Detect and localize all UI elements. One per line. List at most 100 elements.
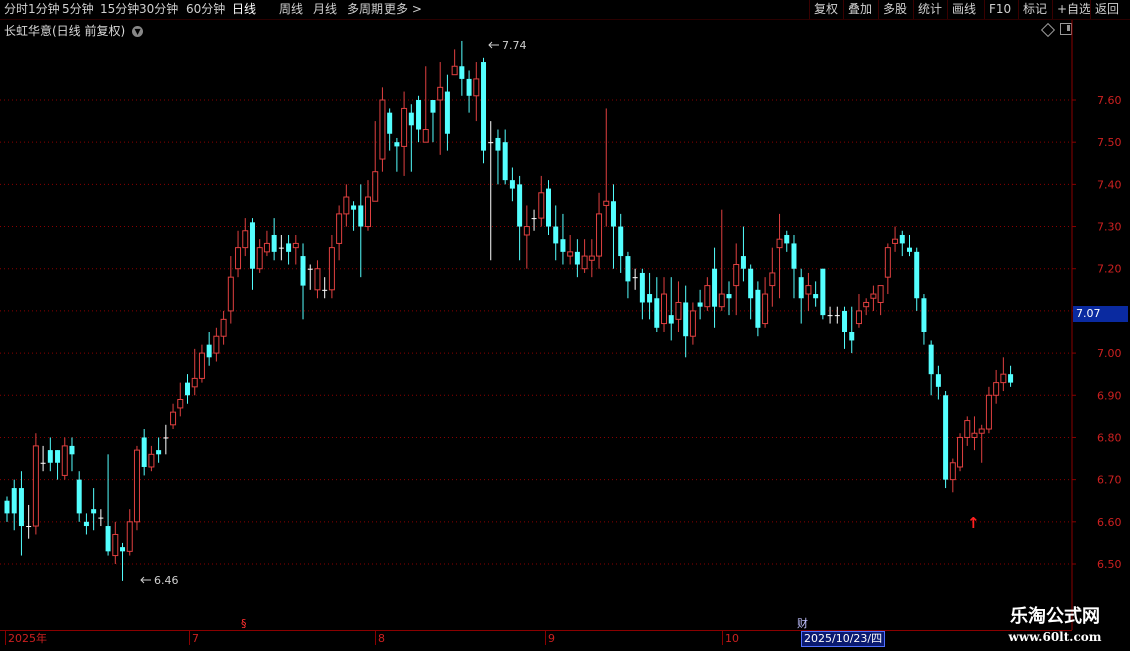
candle-body (957, 436, 964, 468)
candle-body (220, 318, 227, 337)
candle-body (430, 100, 436, 113)
candle-body (769, 272, 776, 287)
candle (47, 437, 53, 472)
candle-body (206, 344, 212, 358)
toolbar-button-5[interactable]: F10 (989, 2, 1011, 17)
candle-body (632, 277, 638, 279)
toolbar-button-2[interactable]: 多股 (883, 2, 907, 17)
period-tab-0[interactable]: 分时 (4, 2, 28, 17)
period-tab-7[interactable]: 周线 (279, 2, 303, 17)
candle (654, 277, 660, 332)
candle-body (654, 298, 660, 328)
candle-body (235, 247, 242, 270)
toolbar-button-6[interactable]: 标记 (1023, 2, 1047, 17)
candle (26, 504, 32, 539)
watermark-logo: 乐淘公式网 www.60lt.com (1008, 606, 1102, 644)
candle (416, 95, 422, 143)
candle (126, 509, 133, 556)
candle (907, 234, 912, 257)
period-tab-10[interactable]: 更多 > (384, 2, 422, 17)
candle (4, 496, 10, 522)
candle-body (91, 509, 97, 514)
candle-body (292, 242, 299, 249)
event-mark-1[interactable]: 财 (797, 617, 808, 630)
candle-body (26, 526, 32, 528)
candle (387, 108, 393, 151)
toolbar-button-4[interactable]: 画线 (952, 2, 976, 17)
candle (921, 294, 927, 345)
candle-body (805, 285, 812, 295)
candle-body (849, 332, 855, 341)
candle (502, 129, 508, 185)
candle-body (784, 234, 790, 244)
candle-body (322, 289, 328, 291)
candle-body (133, 449, 140, 523)
candle-body (726, 294, 732, 299)
candle (567, 234, 574, 265)
candle-body (935, 374, 941, 387)
toolbar-button-1[interactable]: 叠加 (848, 2, 872, 17)
candle-body (668, 315, 674, 324)
candle (632, 268, 638, 290)
candle (588, 239, 595, 278)
price-tick-label: 6.70 (1097, 474, 1122, 487)
candle-body (647, 294, 653, 303)
candle (509, 167, 515, 202)
toolbar-button-7[interactable]: +自选 (1057, 2, 1091, 17)
toolbar-separator (1018, 0, 1019, 19)
candle-body (855, 310, 862, 325)
candle-body (567, 251, 574, 257)
candle (531, 209, 537, 231)
candle-body (907, 247, 912, 252)
candle-body (553, 226, 559, 244)
period-tab-9[interactable]: 多周期 (347, 2, 383, 17)
candle (718, 209, 725, 311)
candle (647, 272, 653, 320)
candle (351, 201, 357, 231)
candle (213, 327, 220, 362)
candle-body (689, 310, 696, 337)
price-axis: 7.607.507.407.307.207.107.006.906.806.70… (1072, 94, 1122, 571)
candle-body (884, 247, 891, 278)
toolbar-button-3[interactable]: 统计 (918, 2, 942, 17)
toolbar-button-8[interactable]: 返回 (1095, 2, 1119, 17)
candle (625, 251, 631, 299)
candle-body (408, 112, 414, 126)
candle (11, 479, 17, 531)
period-tab-2[interactable]: 5分钟 (62, 2, 94, 17)
date-tick (5, 631, 6, 645)
period-tab-1[interactable]: 1分钟 (28, 2, 60, 17)
candle-body (249, 222, 255, 269)
toolbar-button-0[interactable]: 复权 (814, 2, 838, 17)
candle-body (978, 428, 985, 434)
candle-body (32, 445, 39, 527)
period-toolbar: 分时 1分钟 5分钟 15分钟 30分钟 60分钟 日线 周线 月线 多周期 更多 > 复权 叠加 多股统… (0, 0, 1130, 20)
candle (928, 340, 934, 396)
candle (668, 277, 674, 341)
candle (523, 205, 530, 269)
kline-chart[interactable]: 7.607.507.407.307.207.107.006.906.806.70… (0, 20, 1130, 630)
candle-body (422, 129, 429, 143)
period-tab-5[interactable]: 60分钟 (186, 2, 225, 17)
candle (877, 285, 884, 316)
period-tab-4[interactable]: 30分钟 (139, 2, 178, 17)
candle-body (18, 488, 24, 527)
candle (740, 226, 746, 282)
candle-body (949, 462, 956, 481)
period-tab-3[interactable]: 15分钟 (100, 2, 139, 17)
candle-body (358, 205, 364, 227)
period-tab-8[interactable]: 月线 (313, 2, 337, 17)
price-tick-label: 7.30 (1097, 221, 1122, 234)
candle-body (416, 100, 422, 130)
candle-body (387, 112, 393, 134)
candle-body (517, 184, 523, 227)
candle-body (213, 335, 220, 354)
period-tab-6[interactable]: 日线 (232, 2, 256, 17)
candle-body (156, 450, 162, 455)
date-tick (722, 631, 723, 645)
candle (798, 268, 804, 324)
event-mark-0[interactable]: § (241, 617, 247, 630)
candle (610, 184, 616, 269)
candle-body (899, 234, 905, 244)
candle-body (921, 298, 927, 332)
